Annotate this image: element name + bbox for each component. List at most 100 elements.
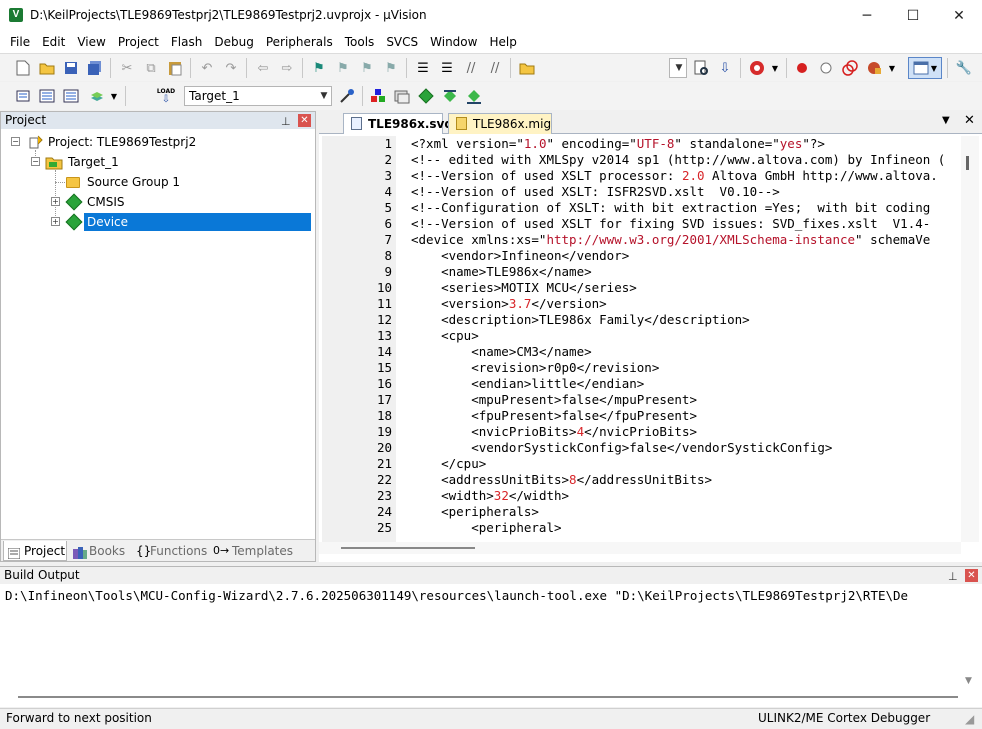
expand-icon[interactable]: + bbox=[51, 197, 60, 206]
tab-templates[interactable]: 0→ Templates bbox=[210, 541, 293, 561]
collapse-icon[interactable]: − bbox=[11, 137, 20, 146]
cut-icon[interactable]: ✂ bbox=[117, 58, 137, 78]
horizontal-scrollbar[interactable] bbox=[319, 542, 961, 554]
unindent-icon[interactable]: ☰ bbox=[437, 58, 457, 78]
find-combo[interactable]: ▼ bbox=[669, 58, 687, 78]
menu-file[interactable]: File bbox=[4, 35, 36, 49]
build-horizontal-scrollbar[interactable] bbox=[18, 696, 958, 698]
paste-icon[interactable] bbox=[165, 58, 185, 78]
close-window-button[interactable]: ✕ bbox=[936, 0, 982, 31]
menu-window[interactable]: Window bbox=[424, 35, 483, 49]
code-line: <device xmlns:xs="http://www.w3.org/2001… bbox=[411, 232, 931, 247]
open-folder-icon[interactable] bbox=[37, 58, 57, 78]
manage-project-items-icon[interactable] bbox=[368, 86, 388, 106]
vertical-scrollbar[interactable] bbox=[961, 136, 979, 542]
indent-icon[interactable]: ☰ bbox=[413, 58, 433, 78]
build-output-text[interactable]: D:\Infineon\Tools\MCU-Config-Wizard\2.7.… bbox=[5, 588, 908, 603]
tree-source-group[interactable]: Source Group 1 bbox=[65, 172, 311, 192]
menu-peripherals[interactable]: Peripherals bbox=[260, 35, 339, 49]
breakpoint-dropdown-icon[interactable]: ▼ bbox=[882, 58, 902, 78]
uncomment-icon[interactable]: // bbox=[485, 58, 505, 78]
tree-device[interactable]: + Device bbox=[51, 212, 311, 232]
disable-all-breakpoints-icon[interactable] bbox=[840, 58, 860, 78]
tab-project[interactable]: Project bbox=[3, 541, 67, 561]
expand-icon[interactable]: + bbox=[51, 217, 60, 226]
scrollbar-thumb[interactable] bbox=[966, 156, 969, 170]
new-file-icon[interactable] bbox=[13, 58, 33, 78]
resize-grip-icon[interactable]: ◢ bbox=[965, 710, 974, 729]
menu-tools[interactable]: Tools bbox=[339, 35, 381, 49]
navigate-forward-icon[interactable]: ⇨ bbox=[277, 58, 297, 78]
minimize-button[interactable]: ─ bbox=[844, 0, 890, 31]
bookmark-icon[interactable]: ⚑ bbox=[309, 58, 329, 78]
close-panel-icon[interactable]: ✕ bbox=[298, 114, 311, 127]
previous-bookmark-icon[interactable]: ⚑ bbox=[333, 58, 353, 78]
scroll-down-icon[interactable]: ▼ bbox=[965, 676, 972, 686]
target-select[interactable]: Target_1 ▼ bbox=[184, 86, 332, 106]
menu-svcs[interactable]: SVCS bbox=[380, 35, 424, 49]
line-number: 25 bbox=[376, 520, 392, 535]
close-panel-icon[interactable]: ✕ bbox=[965, 569, 978, 582]
find-icon[interactable] bbox=[691, 58, 711, 78]
kill-all-breakpoints-icon[interactable] bbox=[864, 58, 884, 78]
comment-icon[interactable]: // bbox=[461, 58, 481, 78]
collapse-icon[interactable]: − bbox=[31, 157, 40, 166]
code-line: <vendor>Infineon</vendor> bbox=[411, 248, 630, 263]
rebuild-icon[interactable] bbox=[61, 86, 81, 106]
manage-rte-icon[interactable] bbox=[416, 86, 436, 106]
window-layout-button[interactable]: ▼ bbox=[908, 57, 942, 79]
menu-help[interactable]: Help bbox=[483, 35, 522, 49]
find-in-files-icon[interactable] bbox=[517, 58, 537, 78]
select-packs-icon[interactable] bbox=[392, 86, 412, 106]
redo-icon[interactable]: ↷ bbox=[221, 58, 241, 78]
close-tab-icon[interactable]: ✕ bbox=[964, 113, 975, 128]
code-line: <peripheral> bbox=[411, 520, 562, 535]
build-icon[interactable] bbox=[37, 86, 57, 106]
code-view[interactable]: <?xml version="1.0" encoding="UTF-8" sta… bbox=[407, 136, 959, 542]
menu-edit[interactable]: Edit bbox=[36, 35, 71, 49]
target-select-value: Target_1 bbox=[189, 89, 240, 103]
disable-breakpoint-icon[interactable] bbox=[816, 58, 836, 78]
code-line: <!--Version of used XSLT processor: 2.0 … bbox=[411, 168, 938, 183]
batch-dropdown-icon[interactable]: ▼ bbox=[104, 86, 124, 106]
save-all-icon[interactable] bbox=[85, 58, 105, 78]
copy-icon[interactable]: ⧉ bbox=[141, 58, 161, 78]
menu-flash[interactable]: Flash bbox=[165, 35, 208, 49]
debug-session-icon[interactable] bbox=[747, 58, 767, 78]
configure-icon[interactable]: 🔧 bbox=[954, 58, 974, 78]
code-line: <version>3.7</version> bbox=[411, 296, 607, 311]
tab-tle986x-mig[interactable]: TLE986x.mig bbox=[448, 113, 552, 134]
pin-icon[interactable]: ⊥ bbox=[281, 113, 291, 130]
tab-functions[interactable]: {} Functions bbox=[133, 541, 207, 561]
save-icon[interactable] bbox=[61, 58, 81, 78]
translate-icon[interactable] bbox=[13, 86, 33, 106]
next-bookmark-icon[interactable]: ⚑ bbox=[357, 58, 377, 78]
undo-icon[interactable]: ↶ bbox=[197, 58, 217, 78]
target-options-icon[interactable] bbox=[337, 86, 357, 106]
scrollbar-thumb[interactable] bbox=[341, 547, 475, 549]
tab-books[interactable]: Books bbox=[69, 541, 129, 561]
tab-list-dropdown-icon[interactable]: ▼ bbox=[942, 115, 950, 126]
load-flash-icon[interactable]: LOAD ⇩ bbox=[156, 86, 176, 106]
clear-bookmarks-icon[interactable]: ⚑ bbox=[381, 58, 401, 78]
code-line: <series>MOTIX MCU</series> bbox=[411, 280, 637, 295]
toolbar-separator bbox=[190, 58, 191, 78]
menu-project[interactable]: Project bbox=[112, 35, 165, 49]
code-line: <width>32</width> bbox=[411, 488, 570, 503]
pack-installer-icon[interactable] bbox=[440, 86, 460, 106]
menu-view[interactable]: View bbox=[71, 35, 111, 49]
insert-breakpoint-icon[interactable] bbox=[792, 58, 812, 78]
line-number: 5 bbox=[384, 200, 392, 215]
maximize-button[interactable]: ☐ bbox=[890, 0, 936, 31]
incremental-find-icon[interactable]: ⇩ bbox=[715, 58, 735, 78]
tree-target[interactable]: − Target_1 bbox=[31, 152, 311, 172]
tab-tle986x-svd[interactable]: TLE986x.svd bbox=[343, 113, 453, 134]
tree-project-root[interactable]: − Project: TLE9869Testprj2 bbox=[11, 132, 311, 152]
menu-debug[interactable]: Debug bbox=[208, 35, 259, 49]
toolbar-separator bbox=[406, 58, 407, 78]
tree-cmsis[interactable]: + CMSIS bbox=[51, 192, 311, 212]
navigate-back-icon[interactable]: ⇦ bbox=[253, 58, 273, 78]
pin-icon[interactable]: ⊥ bbox=[948, 568, 958, 585]
debug-dropdown-icon[interactable]: ▼ bbox=[765, 58, 785, 78]
software-components-icon[interactable] bbox=[464, 86, 484, 106]
